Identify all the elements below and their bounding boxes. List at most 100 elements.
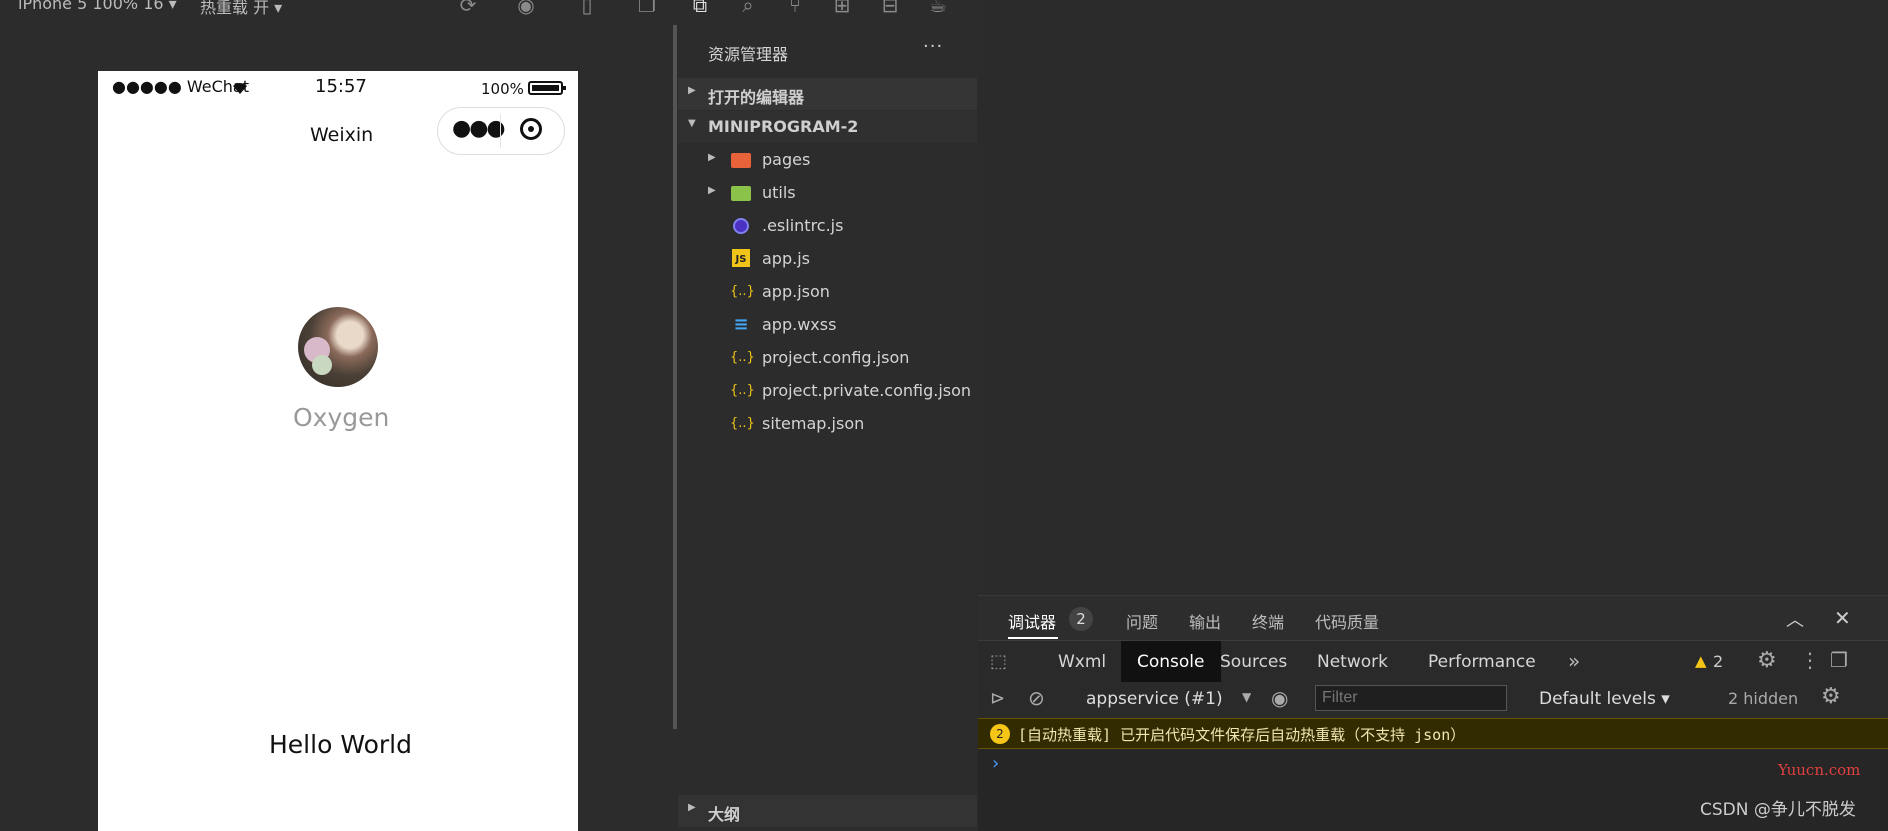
device-selector[interactable]: iPhone 5 100% 16 ▾ <box>18 0 177 13</box>
console-warning-message: 2 [自动热重载] 已开启代码文件保存后自动热重载（不支持 json） <box>978 718 1888 749</box>
more-dots-icon[interactable]: ●●● <box>452 116 506 141</box>
folder-icon <box>730 183 752 203</box>
search-icon[interactable]: ⌕ <box>737 0 759 16</box>
warning-icon[interactable]: ▲ <box>1695 652 1707 670</box>
outline-label: 大纲 <box>708 805 741 824</box>
tab-wxml[interactable]: Wxml <box>1042 641 1122 683</box>
debugger-badge: 2 <box>1069 607 1093 631</box>
project-label: MINIPROGRAM-2 <box>708 117 859 136</box>
devtools-panel: 调试器 2 问题 输出 终端 代码质量 ︿ ✕ ⬚ Wxml Console S… <box>978 595 1888 831</box>
tree-item-utils[interactable]: ▶ utils <box>678 177 977 210</box>
kebab-menu-icon[interactable]: ⋮ <box>1800 648 1820 672</box>
source-control-icon[interactable]: ⑂ <box>784 0 806 16</box>
warning-count[interactable]: 2 <box>1713 652 1723 671</box>
stop-icon[interactable]: ◉ <box>515 0 537 16</box>
log-levels-dropdown[interactable]: Default levels ▾ <box>1539 689 1670 709</box>
tree-item-label: app.js <box>762 249 810 268</box>
tree-item-label: app.wxss <box>762 315 837 334</box>
chevron-right-icon: ▶ <box>688 85 696 96</box>
console-toolbar: ⊳ ⊘ appservice (#1) ▼ ◉ Default levels ▾… <box>978 682 1888 718</box>
devtools-tabbar: ⬚ Wxml Console Sources Network Performan… <box>978 640 1888 684</box>
console-prompt[interactable]: › <box>992 753 999 774</box>
project-section[interactable]: ▼ MINIPROGRAM-2 <box>678 111 977 143</box>
tree-item-label: .eslintrc.js <box>762 216 844 235</box>
chevron-right-icon: ▶ <box>708 185 716 196</box>
warning-badge: 2 <box>990 724 1010 744</box>
warning-text: [自动热重载] 已开启代码文件保存后自动热重载（不支持 json） <box>1018 726 1466 744</box>
coffee-icon[interactable]: ☕ <box>927 0 949 16</box>
extensions-icon[interactable]: ⊞ <box>831 0 853 16</box>
simulator-panel: iPhone 5 100% 16 ▾ 热重载 开 ▾ ⟳ ◉ ▯ ❐ ●●●●●… <box>0 0 677 831</box>
carrier-label: ●●●●● WeChat <box>112 77 250 96</box>
capsule-divider <box>500 114 501 148</box>
editor-area <box>978 0 1888 595</box>
avatar[interactable] <box>298 307 378 387</box>
undock-icon[interactable]: ❐ <box>1830 648 1848 672</box>
tree-item-project-private-config[interactable]: {..} project.private.config.json <box>678 375 977 408</box>
phone-screen: ●●●●● WeChat 15:57 100% Weixin ●●● Oxyge… <box>98 71 578 831</box>
status-time: 15:57 <box>315 76 367 97</box>
inspect-icon[interactable]: ⬚ <box>990 651 1012 673</box>
outline-section[interactable]: ▶ 大纲 <box>678 795 977 827</box>
tab-debugger[interactable]: 调试器 <box>1008 609 1056 633</box>
files-icon[interactable]: ⧉ <box>689 0 711 16</box>
tab-network[interactable]: Network <box>1301 641 1404 683</box>
tab-issues[interactable]: 问题 <box>1126 609 1158 633</box>
open-editors-label: 打开的编辑器 <box>708 88 805 107</box>
filter-input[interactable] <box>1315 685 1507 711</box>
explorer-panel: 资源管理器 ··· ▶ 打开的编辑器 ▼ MINIPROGRAM-2 ▶ pag… <box>678 22 977 831</box>
json-file-icon: {..} <box>730 416 755 431</box>
hidden-count: 2 hidden <box>1728 689 1799 708</box>
folder-icon <box>730 150 752 170</box>
hello-text: Hello World <box>269 730 412 759</box>
tree-item-eslintrc[interactable]: .eslintrc.js <box>678 210 977 243</box>
json-file-icon: {..} <box>730 350 755 365</box>
close-miniprogram-icon[interactable] <box>520 118 542 140</box>
open-editors-section[interactable]: ▶ 打开的编辑器 <box>678 78 977 110</box>
clear-console-icon[interactable]: ⊘ <box>1028 686 1045 710</box>
chevron-right-icon: ▶ <box>688 802 696 813</box>
console-settings-icon[interactable]: ⚙ <box>1821 684 1841 709</box>
battery-icon <box>528 81 566 95</box>
tree-item-label: utils <box>762 183 796 202</box>
refresh-icon[interactable]: ⟳ <box>457 0 479 16</box>
settings-icon[interactable]: ⚙ <box>1757 648 1777 673</box>
sidebar-toggle-icon[interactable]: ⊳ <box>990 688 1005 709</box>
tree-item-project-config[interactable]: {..} project.config.json <box>678 342 977 375</box>
explorer-title: 资源管理器 <box>708 45 789 64</box>
hot-reload-toggle[interactable]: 热重载 开 ▾ <box>200 0 282 18</box>
battery-percent: 100% <box>481 80 524 98</box>
cloud-icon[interactable]: ⊟ <box>879 0 901 16</box>
js-file-icon: JS <box>730 249 752 269</box>
tree-item-label: project.private.config.json <box>762 381 972 400</box>
tab-terminal[interactable]: 终端 <box>1252 609 1284 633</box>
tree-item-label: sitemap.json <box>762 414 865 433</box>
tree-item-label: app.json <box>762 282 830 301</box>
tree-item-app-json[interactable]: {..} app.json <box>678 276 977 309</box>
chevron-down-icon[interactable]: ▼ <box>1242 690 1251 704</box>
eye-icon[interactable]: ◉ <box>1271 686 1288 710</box>
tree-item-pages[interactable]: ▶ pages <box>678 144 977 177</box>
nav-title: Weixin <box>310 124 374 146</box>
activity-bar: ⧉ ⌕ ⑂ ⊞ ⊟ ☕ <box>678 0 978 22</box>
popout-icon[interactable]: ❐ <box>636 0 658 16</box>
more-tabs-icon[interactable]: » <box>1568 649 1580 673</box>
simulator-scrollbar[interactable] <box>673 25 677 729</box>
active-tab-underline <box>1008 637 1058 639</box>
close-icon[interactable]: ✕ <box>1834 606 1851 630</box>
tab-sources[interactable]: Sources <box>1204 641 1303 683</box>
collapse-icon[interactable]: ︿ <box>1786 606 1804 632</box>
tab-code-quality[interactable]: 代码质量 <box>1315 609 1379 633</box>
context-selector[interactable]: appservice (#1) <box>1086 689 1223 709</box>
css-file-icon: ≡ <box>733 314 749 335</box>
phone-icon[interactable]: ▯ <box>576 0 598 16</box>
tab-output[interactable]: 输出 <box>1189 609 1221 633</box>
tree-item-sitemap[interactable]: {..} sitemap.json <box>678 408 977 441</box>
capsule-menu[interactable]: ●●● <box>437 107 565 155</box>
user-nickname: Oxygen <box>293 403 390 432</box>
tree-item-app-wxss[interactable]: ≡ app.wxss <box>678 309 977 342</box>
tree-item-app-js[interactable]: JS app.js <box>678 243 977 276</box>
more-actions-icon[interactable]: ··· <box>923 36 943 57</box>
tab-performance[interactable]: Performance <box>1412 641 1552 683</box>
tree-item-label: pages <box>762 150 811 169</box>
